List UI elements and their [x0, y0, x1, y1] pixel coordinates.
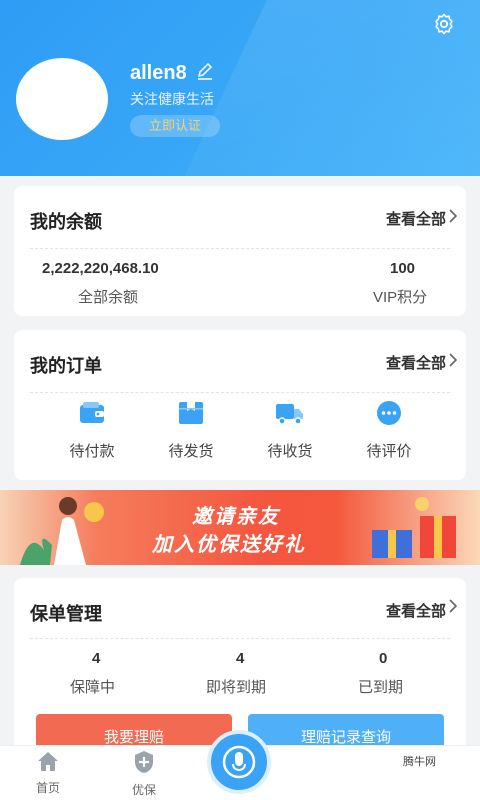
policy-stat-value: 4: [236, 650, 245, 667]
box-icon: [179, 402, 203, 424]
orders-view-all-link[interactable]: 查看全部: [386, 352, 446, 373]
policy-stat-label: 保障中: [70, 679, 116, 696]
policy-view-all-link[interactable]: 查看全部: [386, 600, 446, 621]
total-balance-label: 全部余额: [78, 289, 139, 306]
policy-title: 保单管理: [30, 604, 102, 624]
total-balance-value: 2,222,220,468.10: [42, 260, 159, 277]
wallet-icon: [80, 402, 104, 423]
chevron-right-icon[interactable]: [448, 208, 458, 224]
edit-pencil-icon[interactable]: [196, 62, 214, 80]
balance-title: 我的余额: [30, 212, 102, 232]
verify-button[interactable]: 立即认证: [130, 115, 220, 137]
gift-box-icon: [372, 497, 456, 558]
policy-stat-label: 已到期: [358, 679, 404, 696]
banner-subheadline: 加入优保送好礼: [152, 534, 306, 556]
tab-label: 优保: [131, 783, 156, 797]
vip-points-value: 100: [390, 260, 416, 277]
balance-card: 我的余额 查看全部 2,222,220,468.10 全部余额 100 VIP积…: [14, 186, 466, 316]
order-item-label: 待付款: [69, 443, 115, 460]
orders-card: 我的订单 查看全部 待付款 待发货 待收货 待评价: [14, 330, 466, 480]
username: allen8: [130, 62, 187, 84]
policy-stat-value: 0: [379, 650, 388, 667]
vip-points-label: VIP积分: [373, 289, 428, 306]
woman-illustration-icon: [20, 497, 104, 565]
center-consult-button[interactable]: [207, 730, 271, 794]
invite-friends-banner[interactable]: 邀请亲友 加入优保送好礼: [0, 490, 480, 565]
chat-bubble-icon: [377, 401, 401, 425]
truck-icon: [276, 404, 303, 425]
home-icon: [38, 752, 58, 771]
tab-youbao[interactable]: 优保: [114, 750, 174, 798]
order-pending-payment[interactable]: 待付款: [52, 400, 132, 461]
balance-view-all-link[interactable]: 查看全部: [386, 208, 446, 229]
order-pending-shipment[interactable]: 待发货: [151, 400, 231, 461]
chevron-right-icon[interactable]: [448, 352, 458, 368]
user-bio: 关注健康生活: [130, 91, 214, 107]
microphone-icon: [222, 745, 256, 779]
orders-title: 我的订单: [30, 356, 102, 376]
shield-plus-icon: [135, 751, 153, 773]
tab-home[interactable]: 首页: [18, 750, 78, 796]
order-item-label: 待发货: [168, 443, 214, 460]
banner-headline: 邀请亲友: [192, 506, 280, 528]
policy-stat-label: 即将到期: [206, 679, 267, 696]
order-pending-receipt[interactable]: 待收货: [250, 400, 330, 461]
tab-label: 首页: [35, 781, 60, 795]
divider: [30, 638, 450, 639]
order-item-label: 待收货: [267, 443, 313, 460]
divider: [30, 392, 450, 393]
settings-gear-icon[interactable]: [432, 12, 456, 36]
policy-stat-value: 4: [92, 650, 101, 667]
order-pending-review[interactable]: 待评价: [349, 400, 429, 461]
watermark: 腾牛网: [399, 752, 440, 770]
order-item-label: 待评价: [366, 443, 412, 460]
divider: [30, 248, 450, 249]
profile-header: allen8 关注健康生活 立即认证: [0, 0, 480, 176]
avatar[interactable]: [16, 58, 108, 140]
chevron-right-icon[interactable]: [448, 598, 458, 614]
